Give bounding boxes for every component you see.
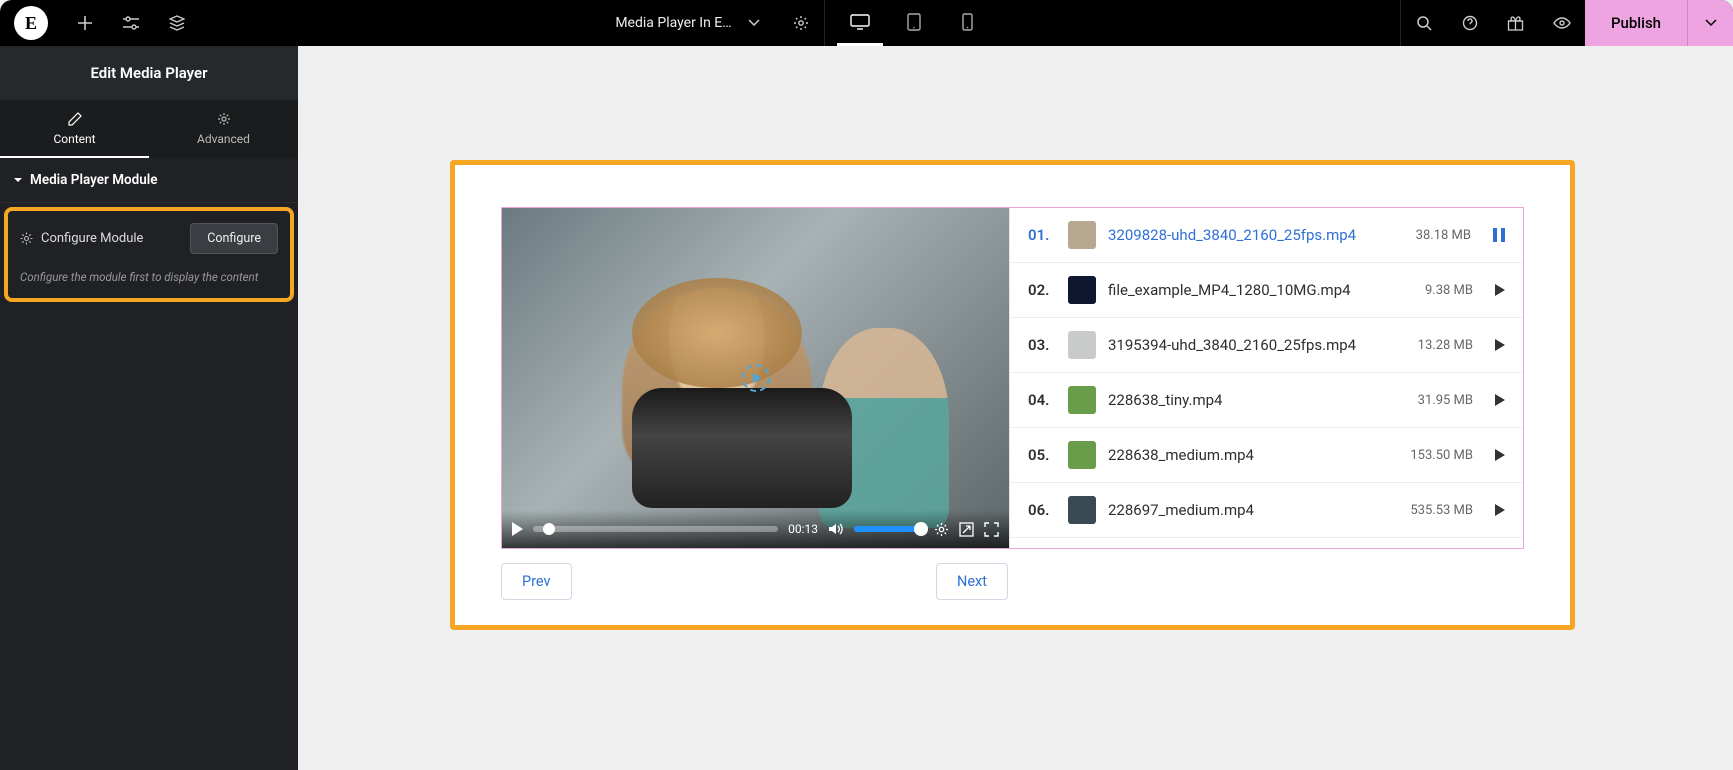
prev-button[interactable]: Prev [501, 563, 572, 600]
configure-description: Configure the module first to display th… [20, 270, 278, 284]
help-button[interactable] [1447, 15, 1493, 31]
playlist-item[interactable]: 02. file_example_MP4_1280_10MG.mp4 9.38 MB [1010, 263, 1523, 318]
playlist-item[interactable]: 05. 228638_medium.mp4 153.50 MB [1010, 428, 1523, 483]
playlist-item-name: 3195394-uhd_3840_2160_25fps.mp4 [1108, 336, 1406, 354]
tab-advanced[interactable]: Advanced [149, 100, 298, 158]
page-settings-button[interactable] [778, 15, 824, 31]
progress-bar[interactable] [533, 526, 778, 532]
media-player-widget[interactable]: 00:13 01. 3209828-uhd_3840_2160_25fps.mp4… [450, 160, 1575, 630]
chevron-down-icon [748, 19, 760, 27]
playlist-item-name: 3209828-uhd_3840_2160_25fps.mp4 [1108, 226, 1404, 244]
playlist-item-size: 535.53 MB [1410, 503, 1473, 518]
finder-button[interactable] [1401, 15, 1447, 31]
play-icon[interactable] [1495, 504, 1505, 516]
video-controls: 00:13 [502, 510, 1009, 548]
playlist: 01. 3209828-uhd_3840_2160_25fps.mp4 38.18 … [1009, 208, 1523, 548]
play-button[interactable] [512, 522, 523, 536]
playlist-item-thumbnail [1068, 496, 1096, 524]
section-header-media-player[interactable]: Media Player Module [0, 158, 298, 203]
top-bar: E Media Player In E… [0, 0, 1733, 46]
preview-button[interactable] [1539, 17, 1585, 29]
playlist-item-thumbnail [1068, 331, 1096, 359]
caret-down-icon [14, 176, 22, 184]
time-display: 00:13 [788, 522, 818, 536]
panel-title: Edit Media Player [0, 46, 298, 100]
page-name: Media Player In E… [615, 15, 731, 31]
playlist-item-size: 31.95 MB [1418, 393, 1473, 408]
eye-icon [1553, 17, 1571, 29]
page-selector[interactable]: Media Player In E… [597, 0, 777, 46]
playlist-item[interactable]: 03. 3195394-uhd_3840_2160_25fps.mp4 13.28 … [1010, 318, 1523, 373]
playlist-item-size: 9.38 MB [1425, 283, 1473, 298]
sliders-icon [122, 16, 140, 30]
chevron-down-icon [1705, 19, 1717, 27]
playlist-item-size: 153.50 MB [1410, 448, 1473, 463]
playlist-item-number: 06. [1028, 501, 1056, 519]
desktop-view-tab[interactable] [837, 0, 883, 46]
tablet-view-tab[interactable] [891, 0, 937, 46]
playlist-item-number: 02. [1028, 281, 1056, 299]
pencil-icon [68, 112, 82, 126]
playlist-item-number: 01. [1028, 226, 1056, 244]
playlist-item[interactable]: 04. 228638_tiny.mp4 31.95 MB [1010, 373, 1523, 428]
tab-content[interactable]: Content [0, 100, 149, 158]
playlist-item-thumbnail [1068, 221, 1096, 249]
configure-module-block: Configure Module Configure Configure the… [4, 207, 294, 302]
layers-icon [169, 15, 185, 31]
playlist-item-size: 38.18 MB [1416, 228, 1471, 243]
preview-canvas: 00:13 01. 3209828-uhd_3840_2160_25fps.mp4… [298, 46, 1733, 770]
playlist-item-thumbnail [1068, 386, 1096, 414]
tablet-icon [907, 13, 921, 31]
editor-sidebar: Edit Media Player Content Advanced Media… [0, 46, 298, 770]
search-icon [1416, 15, 1432, 31]
play-icon[interactable] [1495, 394, 1505, 406]
playlist-item-number: 04. [1028, 391, 1056, 409]
playlist-item[interactable]: 06. 228697_medium.mp4 535.53 MB [1010, 483, 1523, 538]
play-icon[interactable] [1495, 284, 1505, 296]
playlist-item-number: 03. [1028, 336, 1056, 354]
publish-button[interactable]: Publish [1585, 0, 1687, 46]
desktop-icon [850, 14, 870, 30]
elementor-logo[interactable]: E [14, 6, 48, 40]
playlist-item-name: 228697_medium.mp4 [1108, 501, 1398, 519]
add-element-button[interactable] [62, 15, 108, 31]
help-icon [1462, 15, 1478, 31]
play-icon[interactable] [1495, 449, 1505, 461]
site-settings-button[interactable] [108, 16, 154, 30]
gear-icon [20, 232, 33, 245]
whats-new-button[interactable] [1493, 15, 1539, 31]
gear-icon [217, 112, 231, 126]
playlist-item-thumbnail [1068, 441, 1096, 469]
publish-options-button[interactable] [1687, 0, 1733, 46]
pause-icon[interactable] [1493, 228, 1505, 242]
playlist-item-name: file_example_MP4_1280_10MG.mp4 [1108, 281, 1413, 299]
volume-slider[interactable] [854, 526, 924, 532]
volume-icon[interactable] [828, 522, 844, 536]
play-icon[interactable] [1495, 339, 1505, 351]
gear-icon[interactable] [934, 522, 949, 537]
tab-advanced-label: Advanced [197, 132, 250, 146]
playlist-item-thumbnail [1068, 276, 1096, 304]
video-player[interactable]: 00:13 [502, 208, 1009, 548]
playlist-item-name: 228638_medium.mp4 [1108, 446, 1398, 464]
tab-content-label: Content [53, 132, 95, 146]
configure-label: Configure Module [41, 231, 143, 246]
playlist-item-size: 13.28 MB [1418, 338, 1473, 353]
configure-button[interactable]: Configure [190, 223, 278, 254]
fullscreen-icon[interactable] [984, 522, 999, 537]
gift-icon [1507, 15, 1524, 31]
mobile-view-tab[interactable] [945, 0, 991, 46]
pip-icon[interactable] [959, 522, 974, 537]
playlist-item-number: 05. [1028, 446, 1056, 464]
playlist-item-name: 228638_tiny.mp4 [1108, 391, 1406, 409]
mobile-icon [962, 13, 973, 31]
next-button[interactable]: Next [936, 563, 1008, 600]
center-play-overlay[interactable] [742, 364, 770, 392]
section-title: Media Player Module [30, 172, 158, 188]
plus-icon [77, 15, 93, 31]
structure-button[interactable] [154, 15, 200, 31]
gear-icon [793, 15, 809, 31]
playlist-item[interactable]: 01. 3209828-uhd_3840_2160_25fps.mp4 38.18 … [1010, 208, 1523, 263]
